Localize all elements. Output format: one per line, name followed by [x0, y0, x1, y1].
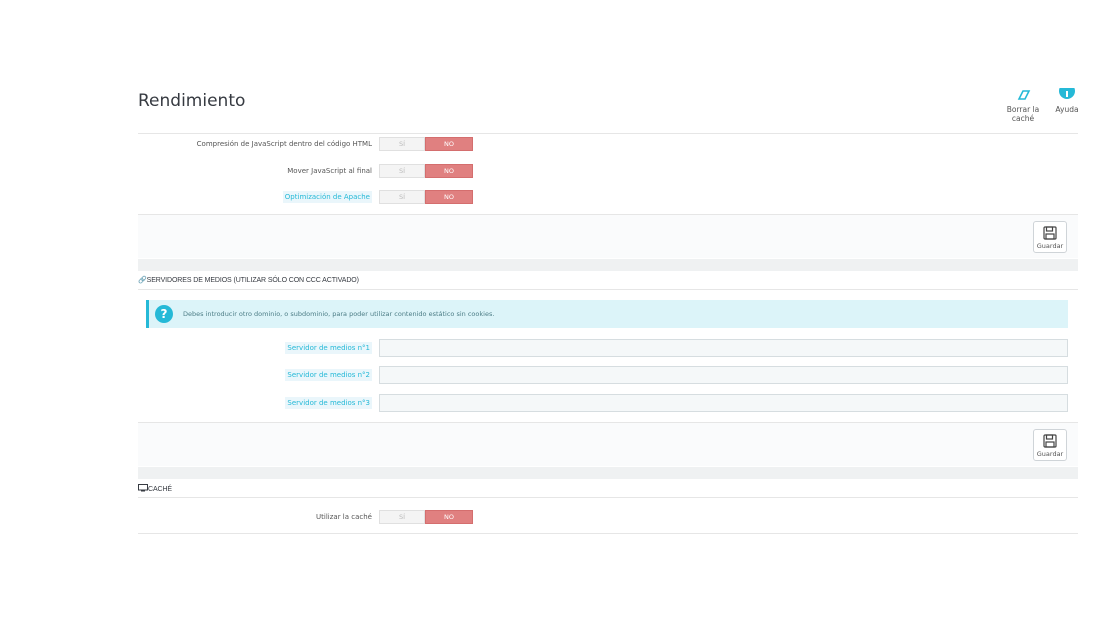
media-server-3-text: Servidor de medios n°3	[285, 397, 372, 409]
media-server-1-label: Servidor de medios n°1	[138, 342, 372, 354]
media-server-2-text: Servidor de medios n°2	[285, 369, 372, 381]
save-icon	[1043, 434, 1057, 448]
divider	[138, 289, 1078, 290]
media-servers-heading-text: SERVIDORES DE MEDIOS (UTILIZAR SÓLO CON …	[146, 277, 359, 284]
use-cache-label: Utilizar la caché	[316, 513, 372, 521]
cache-heading: CACHÉ	[138, 484, 172, 493]
apache-label-text: Optimización de Apache	[282, 191, 372, 203]
move-js-switch[interactable]: SÍ NO	[379, 164, 473, 178]
divider	[138, 497, 1078, 498]
js-compression-switch[interactable]: SÍ NO	[379, 137, 473, 151]
divider	[138, 133, 1078, 134]
divider	[138, 533, 1078, 534]
apache-switch[interactable]: SÍ NO	[379, 190, 473, 204]
link-icon: 🔗	[138, 277, 147, 284]
switch-yes[interactable]: SÍ	[379, 510, 425, 524]
media-servers-heading: 🔗SERVIDORES DE MEDIOS (UTILIZAR SÓLO CON…	[138, 276, 359, 284]
option-label-apache: Optimización de Apache	[138, 191, 372, 203]
section-gap	[138, 259, 1078, 271]
media-server-1-input[interactable]	[379, 339, 1068, 357]
switch-yes[interactable]: SÍ	[379, 190, 425, 204]
info-alert: ? Debes introducir otro dominio, o subdo…	[146, 300, 1068, 328]
save-label: Guardar	[1036, 242, 1064, 250]
media-server-3-input[interactable]	[379, 394, 1068, 412]
save-button[interactable]: Guardar	[1033, 221, 1067, 253]
clear-cache-button[interactable]: Borrar la caché	[996, 88, 1050, 123]
panel-footer	[138, 423, 1078, 466]
monitor-icon	[138, 484, 148, 492]
save-icon	[1043, 226, 1057, 240]
switch-yes[interactable]: SÍ	[379, 164, 425, 178]
help-icon	[1059, 88, 1075, 99]
switch-no[interactable]: NO	[425, 137, 473, 151]
save-label: Guardar	[1036, 450, 1064, 458]
option-label-js-compression: Compresión de JavaScript dentro del códi…	[196, 140, 372, 148]
panel-footer	[138, 215, 1078, 258]
switch-no[interactable]: NO	[425, 190, 473, 204]
eraser-icon	[1017, 90, 1031, 100]
alert-text: Debes introducir otro dominio, o subdomi…	[183, 310, 495, 318]
media-server-1-text: Servidor de medios n°1	[285, 342, 372, 354]
use-cache-switch[interactable]: SÍ NO	[379, 510, 473, 524]
media-server-2-label: Servidor de medios n°2	[138, 369, 372, 381]
media-server-2-input[interactable]	[379, 366, 1068, 384]
clear-cache-label: Borrar la caché	[1006, 105, 1040, 123]
help-button[interactable]: Ayuda	[1054, 88, 1080, 114]
switch-no[interactable]: NO	[425, 164, 473, 178]
media-server-3-label: Servidor de medios n°3	[138, 397, 372, 409]
cache-heading-text: CACHÉ	[148, 486, 173, 493]
option-label-move-js: Mover JavaScript al final	[287, 167, 372, 175]
section-gap	[138, 467, 1078, 479]
help-label: Ayuda	[1055, 105, 1079, 114]
page-title: Rendimiento	[138, 91, 246, 111]
switch-yes[interactable]: SÍ	[379, 137, 425, 151]
question-icon: ?	[155, 305, 173, 323]
save-button[interactable]: Guardar	[1033, 429, 1067, 461]
switch-no[interactable]: NO	[425, 510, 473, 524]
